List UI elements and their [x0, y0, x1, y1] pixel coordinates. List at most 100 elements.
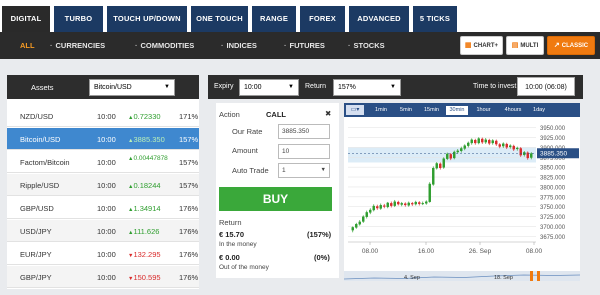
tab-turbo[interactable]: TURBO: [54, 6, 103, 32]
interval-button-1day[interactable]: 1day: [529, 106, 549, 115]
candle: [365, 212, 368, 217]
asset-price: ▲0.18244: [128, 181, 161, 190]
assets-panel: Assets Bitcoin/USD ▼ NZD/USD 10:00 ▲0.72330…: [7, 75, 199, 289]
candle: [407, 202, 410, 206]
asset-price: ▲111.626: [128, 227, 160, 236]
candle: [446, 153, 449, 159]
asset-row[interactable]: USD/JPY 10:00 ▲111.626 176%: [7, 220, 199, 242]
filter-indices[interactable]: · INDICES: [221, 32, 257, 59]
asset-payout: 176%: [179, 250, 199, 259]
tab-one-touch[interactable]: ONE TOUCH: [191, 6, 248, 32]
interval-button-1min[interactable]: 1min: [370, 106, 392, 115]
in-money-label: In the money: [219, 241, 257, 248]
interval-button-30min[interactable]: 30min: [446, 106, 468, 115]
candle: [393, 201, 396, 206]
candle: [404, 203, 407, 206]
candlestick-chart[interactable]: 3950.0003925.0003900.0003875.0003850.000…: [344, 117, 580, 271]
close-icon[interactable]: ✖: [325, 109, 331, 118]
filter-all[interactable]: ALL: [20, 32, 35, 59]
multi-view-button[interactable]: ▤ MULTI: [506, 36, 544, 55]
tab-5-ticks[interactable]: 5 TICKS: [413, 6, 457, 32]
y-tick-label: 3725.000: [540, 215, 566, 221]
return-select[interactable]: 157% ▼: [333, 79, 401, 96]
asset-payout: 176%: [179, 273, 199, 282]
interval-button-15min[interactable]: 15min: [420, 106, 443, 115]
candle: [442, 158, 445, 168]
current-price-label: 3885.350: [540, 151, 567, 158]
tab-forex[interactable]: FOREX: [300, 6, 345, 32]
trend-icon: ↗: [553, 42, 560, 49]
assets-header: Assets Bitcoin/USD ▼: [7, 75, 199, 99]
asset-payout: 157%: [179, 158, 199, 167]
chart-plus-view-button[interactable]: ▦ CHART+: [460, 36, 503, 55]
candle: [484, 139, 487, 143]
buy-button[interactable]: BUY: [219, 187, 332, 211]
asset-row[interactable]: EUR/JPY 10:00 ▼132.295 176%: [7, 243, 199, 265]
price-band: [348, 147, 536, 163]
asset-row[interactable]: GBP/JPY 10:00 ▼150.595 176%: [7, 266, 199, 288]
asset-payout: 157%: [179, 135, 199, 144]
out-money-percent: (0%): [314, 253, 330, 262]
tab-touch-up-down[interactable]: TOUCH UP/DOWN: [107, 6, 187, 32]
asset-row[interactable]: Factom/Bitcoin 10:00 ▲0.00447878 157%: [7, 151, 199, 173]
out-money-label: Out of the money: [219, 264, 269, 271]
candle: [421, 203, 424, 205]
candle: [470, 139, 473, 144]
candle: [376, 206, 379, 209]
interval-button-1hour[interactable]: 1hour: [471, 106, 496, 115]
classic-view-button[interactable]: ↗ CLASSIC: [547, 36, 595, 55]
out-money-amount: € 0.00: [219, 253, 240, 262]
asset-price: ▲1.34914: [128, 204, 161, 213]
interval-button-5min[interactable]: 5min: [395, 106, 417, 115]
expiry-select[interactable]: 10:00 ▼: [239, 79, 299, 96]
asset-row[interactable]: Bitcoin/USD 10:00 ▲3885.350 157%: [7, 128, 199, 150]
y-tick-label: 3700.000: [540, 225, 566, 231]
asset-price: ▼132.295: [128, 250, 161, 259]
filter-commodities[interactable]: · COMMODITIES: [135, 32, 194, 59]
candle: [467, 142, 470, 146]
asset-row[interactable]: NZD/USD 10:00 ▲0.72330 171%: [7, 105, 199, 127]
interval-button-4hours[interactable]: 4hours: [500, 106, 526, 115]
asset-expiry-time: 10:00: [97, 181, 116, 190]
asset-expiry-time: 10:00: [97, 204, 116, 213]
candle: [449, 154, 452, 159]
filter-futures[interactable]: · FUTURES: [284, 32, 325, 59]
candle: [453, 151, 456, 159]
asset-select[interactable]: Bitcoin/USD ▼: [89, 79, 175, 96]
auto-trade-select[interactable]: 1 ▼: [278, 163, 330, 178]
candle: [386, 202, 389, 208]
asset-name: USD/JPY: [20, 227, 52, 236]
dropdown-caret-icon: ▼: [390, 84, 396, 90]
asset-expiry-time: 10:00: [97, 227, 116, 236]
candle: [474, 139, 477, 144]
expiry-label: Expiry: [214, 83, 234, 90]
tab-range[interactable]: RANGE: [252, 6, 296, 32]
candle: [355, 224, 358, 228]
asset-payout: 171%: [179, 112, 199, 121]
order-form: Action CALL ✖ Our Rate 3885.350 Amount 1…: [216, 103, 339, 278]
candle: [411, 203, 414, 205]
filter-currencies[interactable]: · CURRENCIES: [50, 32, 105, 59]
amount-field[interactable]: 10: [278, 144, 330, 159]
tab-advanced[interactable]: ADVANCED: [349, 6, 409, 32]
time-to-invest-value: 10:00 (06:08): [517, 77, 575, 96]
asset-row[interactable]: Ripple/USD 10:00 ▲0.18244 157%: [7, 174, 199, 196]
filter-stocks[interactable]: · STOCKS: [348, 32, 385, 59]
candle: [432, 167, 435, 185]
asset-row[interactable]: GBP/USD 10:00 ▲1.34914 176%: [7, 197, 199, 219]
candle: [516, 147, 519, 150]
chart-navigator[interactable]: 4. Sep 18. Sep: [344, 271, 580, 281]
y-tick-label: 3750.000: [540, 205, 566, 211]
asset-payout: 176%: [179, 227, 199, 236]
asset-expiry-time: 10:00: [97, 250, 116, 259]
x-tick-label: 16.00: [418, 248, 435, 255]
dropdown-caret-icon: ▼: [320, 167, 326, 173]
multi-grid-icon: ▤: [511, 42, 519, 49]
asset-name: Factom/Bitcoin: [20, 158, 70, 167]
navigator-line: [344, 274, 580, 280]
tab-digital[interactable]: DIGITAL: [2, 6, 50, 32]
chart-tools-icon[interactable]: ▭▾: [346, 105, 364, 115]
candle: [428, 183, 431, 202]
y-tick-label: 3925.000: [540, 136, 566, 142]
candle: [414, 201, 417, 205]
